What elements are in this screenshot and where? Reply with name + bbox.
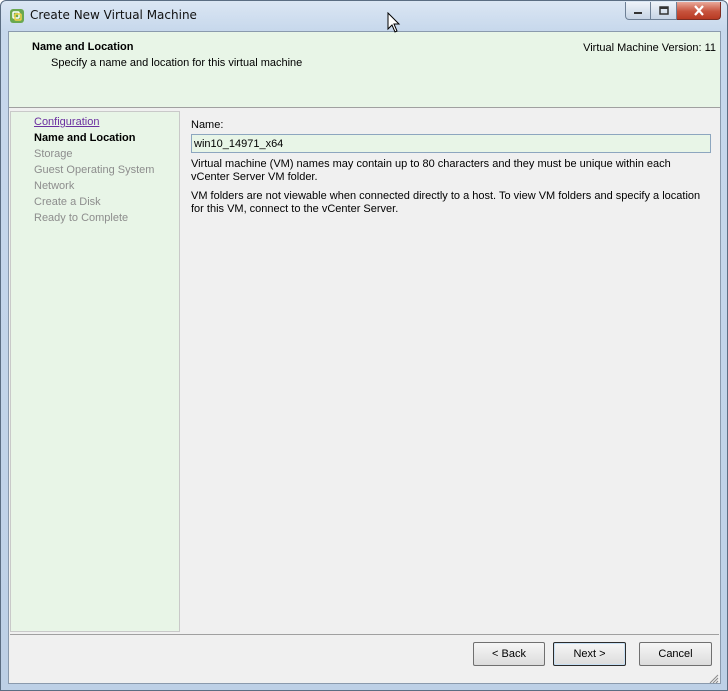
step-storage: Storage xyxy=(34,148,73,160)
vm-folder-help-text: VM folders are not viewable when connect… xyxy=(191,190,701,215)
title-bar[interactable]: Create New Virtual Machine xyxy=(1,1,727,31)
vm-name-input[interactable] xyxy=(191,134,711,153)
vm-name-help-text: Virtual machine (VM) names may contain u… xyxy=(191,158,671,183)
page-subtitle: Specify a name and location for this vir… xyxy=(51,57,303,69)
name-field-label: Name: xyxy=(191,119,224,131)
step-name-and-location: Name and Location xyxy=(34,132,136,144)
resize-grip-icon[interactable] xyxy=(708,673,719,684)
minimize-button[interactable] xyxy=(625,2,651,20)
wizard-steps-list: Configuration Name and Location Storage … xyxy=(10,111,180,632)
cancel-button[interactable]: Cancel xyxy=(639,642,712,666)
dialog-window: Create New Virtual Machine Name and Loca… xyxy=(0,0,728,691)
window-controls xyxy=(625,2,721,21)
close-icon xyxy=(693,5,704,16)
wizard-content: Name: Virtual machine (VM) names may con… xyxy=(190,111,718,632)
maximize-button[interactable] xyxy=(651,2,677,20)
step-ready-to-complete: Ready to Complete xyxy=(34,212,129,224)
step-create-disk: Create a Disk xyxy=(34,196,101,208)
minimize-icon xyxy=(634,11,642,14)
page-title: Name and Location xyxy=(32,41,134,53)
step-configuration[interactable]: Configuration xyxy=(34,116,99,128)
back-button[interactable]: < Back xyxy=(473,642,545,666)
mouse-pointer-icon xyxy=(387,12,401,33)
wizard-body: Configuration Name and Location Storage … xyxy=(10,111,719,632)
footer-divider xyxy=(10,634,719,635)
next-button[interactable]: Next > xyxy=(553,642,626,666)
vsphere-logo-icon xyxy=(10,9,24,23)
maximize-icon xyxy=(658,6,669,15)
wizard-header: Name and Location Specify a name and loc… xyxy=(9,32,720,108)
vm-version-label: Virtual Machine Version: 11 xyxy=(583,42,716,54)
step-guest-os: Guest Operating System xyxy=(34,164,155,176)
window-title: Create New Virtual Machine xyxy=(30,8,197,22)
close-button[interactable] xyxy=(677,2,721,20)
dialog-client-area: Name and Location Specify a name and loc… xyxy=(8,31,721,684)
step-network: Network xyxy=(34,180,75,192)
